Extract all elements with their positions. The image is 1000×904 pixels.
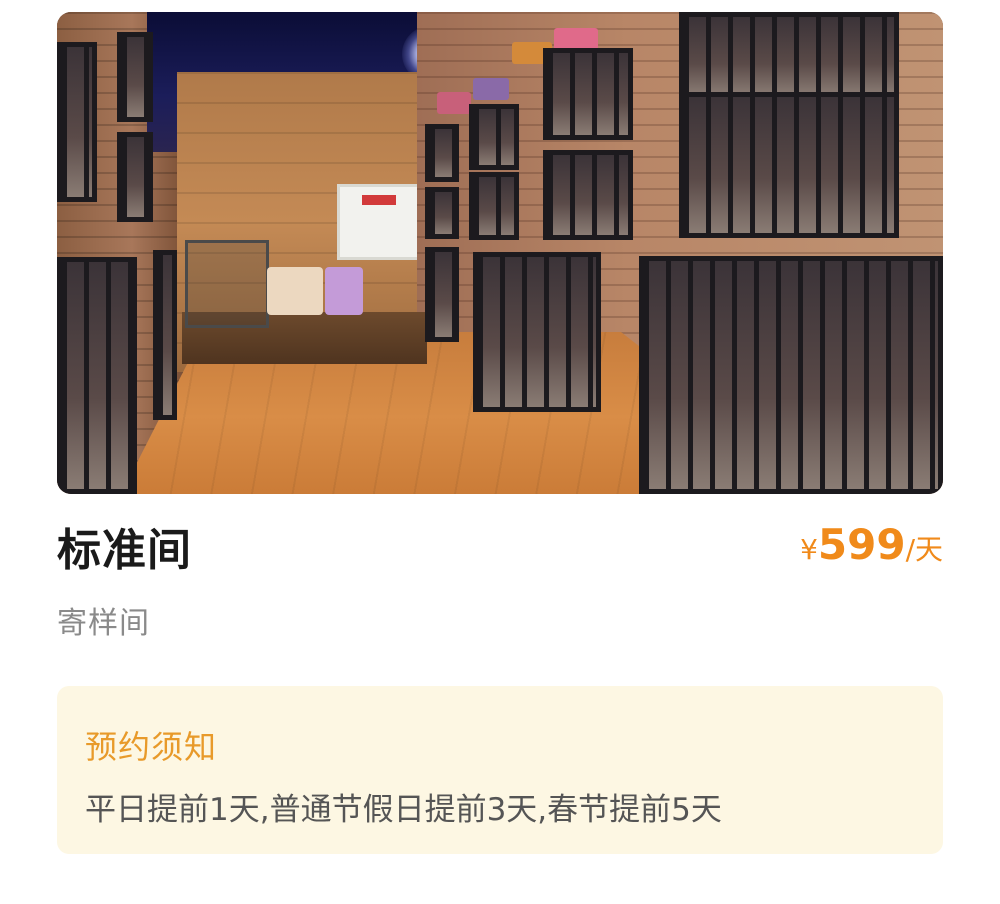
photo-cage [425, 247, 459, 342]
price-currency: ¥ [800, 533, 818, 566]
photo-wall-poster [337, 184, 423, 260]
photo-crate [473, 78, 509, 100]
photo-cage [469, 104, 519, 170]
room-subtitle: 寄样间 [57, 606, 150, 641]
photo-crate [437, 92, 471, 114]
booking-notice-text: 平日提前1天,普通节假日提前3天,春节提前5天 [85, 792, 722, 828]
photo-cage [543, 48, 633, 140]
photo-cage [425, 124, 459, 182]
photo-cage [543, 150, 633, 240]
price-amount: 599 [817, 520, 906, 569]
photo-cage [679, 92, 899, 238]
photo-cage [117, 32, 153, 122]
photo-cage [117, 132, 153, 222]
photo-cart [185, 240, 269, 328]
price-unit: /天 [905, 533, 943, 566]
room-photo[interactable] [57, 12, 943, 494]
photo-storage-bin [325, 267, 363, 315]
photo-crate [554, 28, 598, 50]
room-price: ¥599/天 [800, 520, 943, 569]
photo-cage [57, 42, 97, 202]
photo-cage [425, 187, 459, 239]
photo-cage [469, 172, 519, 240]
photo-cage [57, 257, 137, 494]
booking-notice-title: 预约须知 [85, 728, 218, 766]
room-title: 标准间 [57, 525, 192, 576]
photo-cage [153, 250, 177, 420]
photo-cage [473, 252, 601, 412]
photo-storage-bin [267, 267, 323, 315]
photo-cage [679, 12, 899, 100]
photo-cage [639, 256, 943, 494]
booking-notice: 预约须知 平日提前1天,普通节假日提前3天,春节提前5天 [57, 686, 943, 854]
room-card: 标准间 ¥599/天 寄样间 预约须知 平日提前1天,普通节假日提前3天,春节提… [0, 0, 1000, 904]
